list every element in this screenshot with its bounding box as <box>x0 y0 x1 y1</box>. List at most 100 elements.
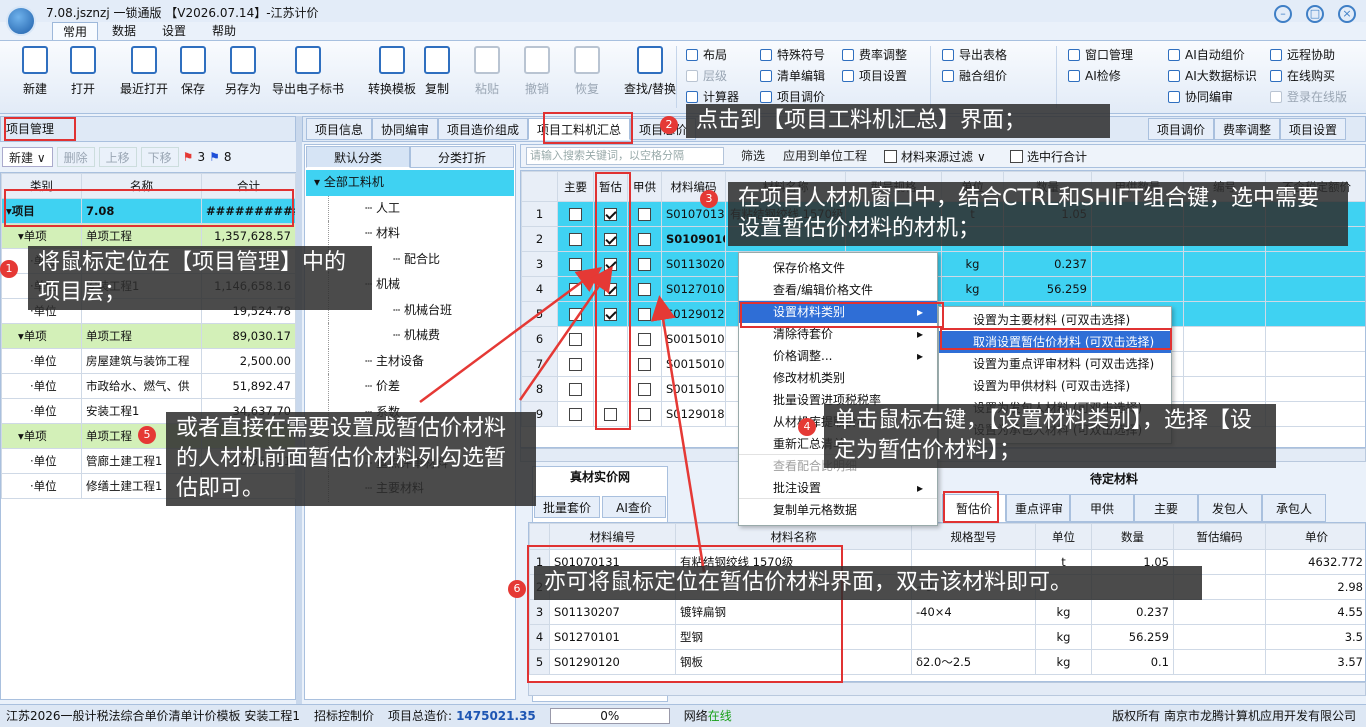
ribbon-button-7[interactable]: 复制 <box>412 46 462 108</box>
select-rows-checkbox[interactable] <box>1010 150 1023 163</box>
main-checkbox[interactable] <box>569 208 582 221</box>
context-menu-item[interactable]: 查看/编辑价格文件 <box>739 279 937 301</box>
context-menu-item[interactable]: 批注设置 ▸ <box>739 477 937 499</box>
supply-checkbox[interactable] <box>638 408 651 421</box>
lower-tab-2[interactable]: 甲供 <box>1070 494 1134 522</box>
minimize-icon[interactable]: – <box>1274 5 1292 23</box>
ai-price-button[interactable]: AI查价 <box>602 496 666 518</box>
ribbon-small-button-13[interactable]: AI大数据标识 <box>1168 67 1257 86</box>
ribbon-small-button-3[interactable]: 特殊符号 <box>760 46 825 65</box>
ribbon-button-10[interactable]: 恢复 <box>562 46 612 108</box>
tab-right-1[interactable]: 费率调整 <box>1214 118 1281 140</box>
supply-checkbox[interactable] <box>638 383 651 396</box>
menu-tab-help[interactable]: 帮助 <box>202 22 246 40</box>
move-down-button[interactable]: 下移 <box>140 147 179 167</box>
ribbon-small-button-9[interactable]: 融合组价 <box>942 67 1007 86</box>
main-checkbox[interactable] <box>569 258 582 271</box>
col-main[interactable]: 主要 <box>557 171 594 202</box>
ribbon-small-button-17[interactable]: 登录在线版 <box>1270 88 1347 107</box>
category-item[interactable]: ┄ 材料 <box>328 221 514 247</box>
supply-checkbox[interactable] <box>638 208 651 221</box>
filter-button[interactable]: 筛选 <box>735 146 771 166</box>
ribbon-button-8[interactable]: 粘贴 <box>462 46 512 108</box>
lower-col-price[interactable]: 单价 <box>1265 523 1365 550</box>
context-menu-item[interactable]: 保存价格文件 <box>739 257 937 279</box>
main-checkbox[interactable] <box>569 333 582 346</box>
ribbon-button-9[interactable]: 撤销 <box>512 46 562 108</box>
tab-default-category[interactable]: 默认分类 <box>306 146 410 168</box>
lower-tab-4[interactable]: 发包人 <box>1198 494 1262 522</box>
category-item[interactable]: ▾ 全部工料机 <box>306 170 514 196</box>
project-tree-row[interactable]: ▾单项 单项工程 1,357,628.57 <box>1 223 296 249</box>
main-checkbox[interactable] <box>569 383 582 396</box>
main-checkbox[interactable] <box>569 408 582 421</box>
context-menu-item[interactable]: 复制单元格数据 <box>739 499 937 521</box>
lower-col-qty[interactable]: 数量 <box>1091 523 1174 550</box>
tab-main-1[interactable]: 协同编审 <box>372 118 439 140</box>
ribbon-small-button-10[interactable]: 窗口管理 <box>1068 46 1133 65</box>
main-checkbox[interactable] <box>569 283 582 296</box>
menu-tab-common[interactable]: 常用 <box>52 22 99 40</box>
tab-main-0[interactable]: 项目信息 <box>306 118 373 140</box>
restore-icon[interactable]: □ <box>1306 5 1324 23</box>
ribbon-small-button-14[interactable]: 协同编审 <box>1168 88 1233 107</box>
tab-right-2[interactable]: 项目设置 <box>1280 118 1347 140</box>
supply-checkbox[interactable] <box>638 258 651 271</box>
lower-col-spec[interactable]: 规格型号 <box>911 523 1036 550</box>
category-item[interactable]: ┄ 主材设备 <box>328 348 514 374</box>
ribbon-small-button-8[interactable]: 导出表格 <box>942 46 1007 65</box>
search-input[interactable]: 请输入搜索关键词，以空格分隔 <box>526 147 724 165</box>
ribbon-small-button-4[interactable]: 清单编辑 <box>760 67 825 86</box>
tab-main-2[interactable]: 项目造价组成 <box>438 118 529 140</box>
main-checkbox[interactable] <box>569 308 582 321</box>
ribbon-button-4[interactable]: 另存为 <box>218 46 268 108</box>
submenu-item[interactable]: 设置为重点评审材料 (可双击选择) <box>939 353 1171 375</box>
lower-col-est-code[interactable]: 暂估编码 <box>1173 523 1266 550</box>
ribbon-small-button-16[interactable]: 在线购买 <box>1270 67 1335 86</box>
main-checkbox[interactable] <box>569 358 582 371</box>
ribbon-small-button-6[interactable]: 费率调整 <box>842 46 907 65</box>
project-tree-row[interactable]: ·单位 房屋建筑与装饰工程 2,500.00 <box>1 348 296 374</box>
red-flag-icon[interactable]: ⚑ <box>183 150 194 164</box>
submenu-item[interactable]: 设置为甲供材料 (可双击选择) <box>939 375 1171 397</box>
ribbon-small-button-1[interactable]: 层级 <box>686 67 727 86</box>
category-item[interactable]: ┄ 机械费 <box>328 323 514 349</box>
source-filter-checkbox[interactable] <box>884 150 897 163</box>
tab-category-discount[interactable]: 分类打折 <box>410 146 514 168</box>
context-menu-item[interactable]: 修改材机类别 <box>739 367 937 389</box>
batch-price-button[interactable]: 批量套价 <box>534 496 600 518</box>
app-logo-icon[interactable] <box>6 6 36 36</box>
ribbon-button-5[interactable]: 导出电子标书 <box>272 46 344 108</box>
ribbon-small-button-7[interactable]: 项目设置 <box>842 67 907 86</box>
ribbon-button-1[interactable]: 打开 <box>58 46 108 108</box>
material-row[interactable]: 4 S01270101 kg 56.259 <box>521 276 1365 302</box>
supply-checkbox[interactable] <box>638 308 651 321</box>
project-tree-row[interactable]: ·单位 市政给水、燃气、供 51,892.47 <box>1 373 296 399</box>
move-up-button[interactable]: 上移 <box>98 147 137 167</box>
col-supply[interactable]: 甲供 <box>627 171 662 202</box>
category-item[interactable]: ┄ 人工 <box>328 195 514 221</box>
ribbon-small-button-15[interactable]: 远程协助 <box>1270 46 1335 65</box>
ribbon-small-button-0[interactable]: 布局 <box>686 46 727 65</box>
main-checkbox[interactable] <box>569 233 582 246</box>
close-icon[interactable]: × <box>1338 5 1356 23</box>
lower-tab-1[interactable]: 重点评审 <box>1006 494 1070 522</box>
new-dropdown-button[interactable]: 新建 ∨ <box>2 147 53 167</box>
tab-right-0[interactable]: 项目调价 <box>1148 118 1215 140</box>
ribbon-small-button-12[interactable]: AI自动组价 <box>1168 46 1245 65</box>
menu-tab-data[interactable]: 数据 <box>102 22 146 40</box>
chevron-down-icon[interactable]: ∨ <box>977 150 986 164</box>
lower-tab-5[interactable]: 承包人 <box>1262 494 1326 522</box>
lower-scrollbar[interactable] <box>528 682 1366 696</box>
lower-tab-3[interactable]: 主要 <box>1134 494 1198 522</box>
blue-flag-icon[interactable]: ⚑ <box>209 150 220 164</box>
apply-to-unit-button[interactable]: 应用到单位工程 <box>777 146 873 166</box>
ribbon-button-0[interactable]: 新建 <box>10 46 60 108</box>
menu-tab-settings[interactable]: 设置 <box>152 22 196 40</box>
splitter[interactable] <box>296 116 302 704</box>
supply-checkbox[interactable] <box>638 233 651 246</box>
supply-checkbox[interactable] <box>638 283 651 296</box>
lower-col-unit[interactable]: 单位 <box>1035 523 1092 550</box>
material-row[interactable]: 3 S01130207 kg 0.237 <box>521 251 1365 277</box>
supply-checkbox[interactable] <box>638 358 651 371</box>
